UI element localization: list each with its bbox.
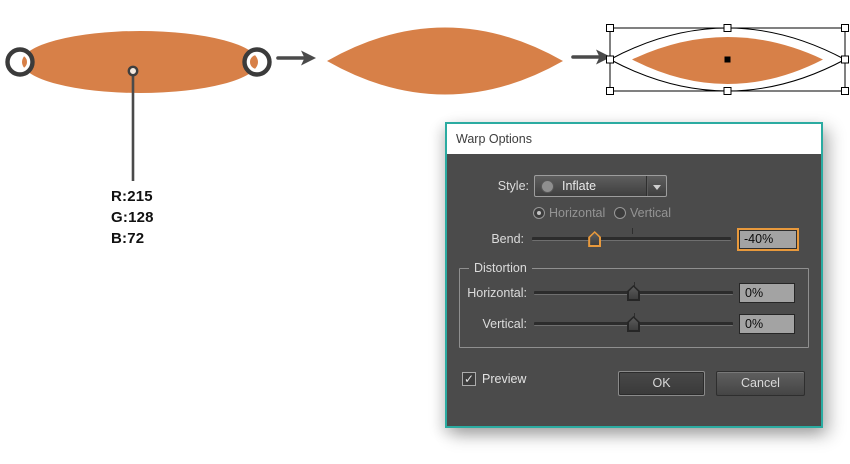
distortion-horizontal-label: Horizontal: xyxy=(447,286,527,300)
bend-slider[interactable] xyxy=(532,237,731,241)
handle-mid-right[interactable] xyxy=(842,56,849,63)
style-dropdown-value: Inflate xyxy=(562,176,596,197)
radio-vertical[interactable] xyxy=(614,207,626,219)
distortion-horizontal-value-field[interactable]: 0% xyxy=(739,283,795,303)
slider-center-tick xyxy=(632,228,633,234)
rgb-color-note: R:215 G:128 B:72 xyxy=(111,186,154,249)
center-anchor-point[interactable] xyxy=(725,57,731,63)
radio-vertical-label: Vertical xyxy=(630,206,671,220)
lens-shape[interactable] xyxy=(327,28,563,95)
handle-bottom-left[interactable] xyxy=(607,88,614,95)
selected-lens-group[interactable] xyxy=(607,25,849,95)
bend-thumb-face xyxy=(590,233,599,245)
ellipse-shape[interactable] xyxy=(22,31,258,93)
distortion-legend: Distortion xyxy=(469,261,532,275)
handle-bottom-mid[interactable] xyxy=(724,88,731,95)
distortion-vertical-value-field[interactable]: 0% xyxy=(739,314,795,334)
cancel-button[interactable]: Cancel xyxy=(716,371,805,396)
style-dropdown[interactable]: Inflate xyxy=(534,175,667,197)
ok-button[interactable]: OK xyxy=(618,371,705,396)
color-pin-dot xyxy=(129,67,137,75)
inflate-style-icon xyxy=(541,180,554,193)
radio-selected-dot xyxy=(537,211,541,215)
chevron-down-icon xyxy=(653,185,661,190)
preview-checkbox[interactable]: ✓ xyxy=(462,372,476,386)
handle-top-mid[interactable] xyxy=(724,25,731,32)
style-label: Style: xyxy=(447,179,529,193)
radio-horizontal-label: Horizontal xyxy=(549,206,605,220)
handle-bottom-right[interactable] xyxy=(842,88,849,95)
handle-top-left[interactable] xyxy=(607,25,614,32)
bend-value-field[interactable]: -40% xyxy=(737,228,799,251)
rgb-line-g: G:128 xyxy=(111,207,154,228)
handle-mid-left[interactable] xyxy=(607,56,614,63)
rgb-line-r: R:215 xyxy=(111,186,154,207)
anchor-ring-left xyxy=(8,50,33,75)
bend-label: Bend: xyxy=(447,232,524,246)
thumb-face xyxy=(629,318,638,330)
thumb-face xyxy=(629,287,638,299)
check-icon: ✓ xyxy=(464,372,474,386)
distortion-vertical-label: Vertical: xyxy=(447,317,527,331)
warp-options-dialog: Warp Options Style: Inflate Horizontal V… xyxy=(445,122,823,428)
distortion-horizontal-slider[interactable] xyxy=(534,291,733,295)
style-dropdown-arrow-box[interactable] xyxy=(646,176,666,196)
distortion-vertical-slider[interactable] xyxy=(534,322,733,326)
arrow-right-icon xyxy=(278,51,316,66)
handle-top-right[interactable] xyxy=(842,25,849,32)
rgb-line-b: B:72 xyxy=(111,228,154,249)
dialog-titlebar: Warp Options xyxy=(447,124,821,154)
arrow-right-icon-2 xyxy=(573,50,611,65)
preview-label: Preview xyxy=(482,372,526,386)
dialog-title: Warp Options xyxy=(456,132,532,146)
bend-slider-thumb[interactable] xyxy=(588,231,601,247)
distortion-group: Distortion xyxy=(459,268,809,348)
radio-horizontal[interactable] xyxy=(533,207,545,219)
